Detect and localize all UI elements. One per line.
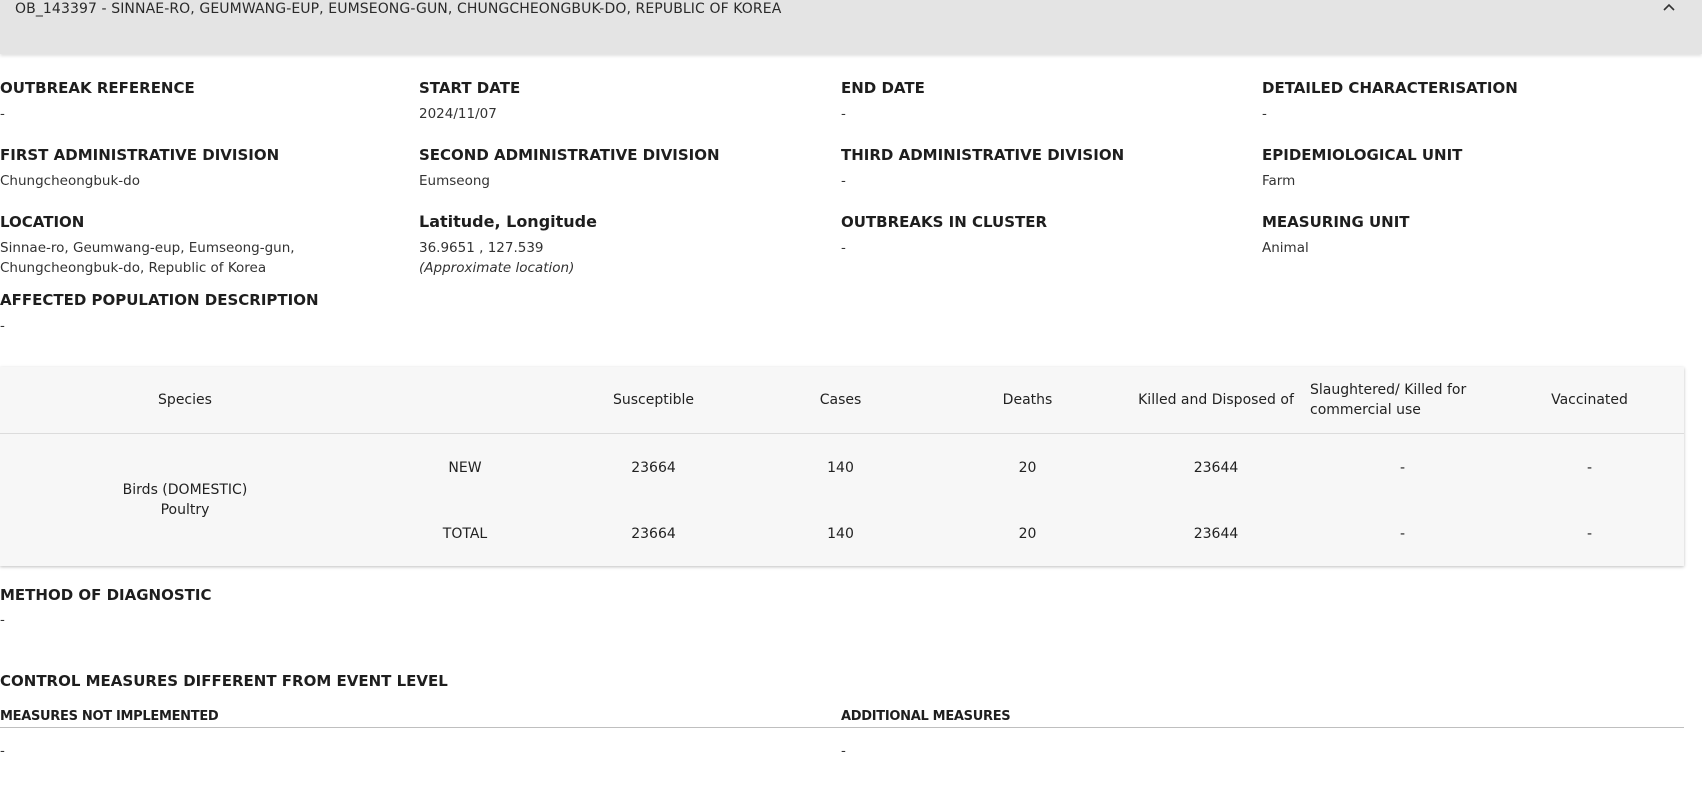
row-new-deaths: 20	[1018, 460, 1037, 476]
row-total-deaths: 20	[1018, 526, 1037, 542]
start-date-label: START DATE	[419, 79, 521, 97]
th-killed-disposed: Killed and Disposed of	[1138, 392, 1294, 408]
row-new-slaughtered: -	[1399, 460, 1406, 476]
outbreak-header-bar[interactable]: OB_143397 - SINNAE-RO, GEUMWANG-EUP, EUM…	[0, 0, 1702, 54]
row-total-type: TOTAL	[442, 526, 488, 542]
measures-not-implemented-label: MEASURES NOT IMPLEMENTED	[0, 709, 219, 724]
method-diagnostic-label: METHOD OF DIAGNOSTIC	[0, 586, 212, 604]
outbreak-reference-value: -	[0, 106, 5, 122]
outbreak-reference-field: OUTBREAK REFERENCE -	[0, 78, 410, 124]
additional-measures-value: -	[841, 743, 846, 759]
epidemiological-unit-label: EPIDEMIOLOGICAL UNIT	[1262, 146, 1463, 164]
outbreak-title: OB_143397 - SINNAE-RO, GEUMWANG-EUP, EUM…	[15, 1, 782, 17]
th-slaughtered-line-2: commercial use	[1310, 402, 1421, 418]
lat-long-value: 36.9651 , 127.539	[419, 240, 544, 256]
second-admin-division-field: SECOND ADMINISTRATIVE DIVISION Eumseong	[419, 145, 829, 191]
second-admin-division-label: SECOND ADMINISTRATIVE DIVISION	[419, 146, 720, 164]
lat-long-label: Latitude, Longitude	[419, 212, 597, 231]
row-new-vaccinated: -	[1586, 460, 1593, 476]
row-new-susceptible: 23664	[631, 460, 676, 476]
measuring-unit-field: MEASURING UNIT Animal	[1262, 212, 1672, 258]
control-measures-divider	[0, 727, 1684, 728]
additional-measures-label: ADDITIONAL MEASURES	[841, 709, 1011, 724]
start-date-value: 2024/11/07	[419, 106, 497, 122]
measuring-unit-value: Animal	[1262, 240, 1309, 256]
first-admin-division-label: FIRST ADMINISTRATIVE DIVISION	[0, 146, 280, 164]
row-total-killed: 23644	[1193, 526, 1239, 542]
chevron-up-icon[interactable]	[1661, 0, 1677, 16]
measuring-unit-label: MEASURING UNIT	[1262, 213, 1410, 231]
detailed-characterisation-label: DETAILED CHARACTERISATION	[1262, 79, 1518, 97]
affected-population-label: AFFECTED POPULATION DESCRIPTION	[0, 291, 319, 309]
first-admin-division-value: Chungcheongbuk-do	[0, 173, 140, 189]
th-cases: Cases	[819, 392, 862, 408]
row-total-slaughtered: -	[1399, 526, 1406, 542]
location-line-1: Sinnae-ro, Geumwang-eup, Eumseong-gun,	[0, 240, 295, 256]
outbreak-reference-label: OUTBREAK REFERENCE	[0, 79, 195, 97]
first-admin-division-field: FIRST ADMINISTRATIVE DIVISION Chungcheon…	[0, 145, 410, 191]
table-header-divider	[0, 433, 1684, 434]
approximate-location-note: (Approximate location)	[419, 260, 575, 276]
th-slaughtered: Slaughtered/ Killed for commercial use	[1310, 380, 1500, 420]
outbreaks-in-cluster-value: -	[841, 240, 846, 256]
species-cell: Birds (DOMESTIC) Poultry	[0, 480, 370, 520]
third-admin-division-label: THIRD ADMINISTRATIVE DIVISION	[841, 146, 1125, 164]
th-slaughtered-line-1: Slaughtered/ Killed for	[1310, 382, 1467, 398]
location-line-2: Chungcheongbuk-do, Republic of Korea	[0, 260, 267, 276]
detailed-characterisation-field: DETAILED CHARACTERISATION -	[1262, 78, 1672, 124]
th-susceptible: Susceptible	[612, 392, 695, 408]
row-new-killed: 23644	[1193, 460, 1239, 476]
third-admin-division-value: -	[841, 173, 846, 189]
location-label: LOCATION	[0, 213, 85, 231]
epidemiological-unit-value: Farm	[1262, 173, 1296, 189]
species-table: Species Susceptible Cases Deaths Killed …	[0, 367, 1684, 566]
row-total-vaccinated: -	[1586, 526, 1593, 542]
row-new-type: NEW	[448, 460, 482, 476]
affected-population-value: -	[0, 318, 5, 334]
location-field: LOCATION Sinnae-ro, Geumwang-eup, Eumseo…	[0, 212, 410, 278]
row-new-cases: 140	[827, 460, 854, 476]
end-date-field: END DATE -	[841, 78, 1251, 124]
end-date-value: -	[841, 106, 846, 122]
control-measures-title: CONTROL MEASURES DIFFERENT FROM EVENT LE…	[0, 672, 448, 690]
species-name: Birds (DOMESTIC)	[122, 482, 248, 498]
th-vaccinated: Vaccinated	[1551, 392, 1628, 408]
start-date-field: START DATE 2024/11/07	[419, 78, 829, 124]
species-table-header: Species Susceptible Cases Deaths Killed …	[0, 367, 1684, 434]
lat-long-field: Latitude, Longitude 36.9651 , 127.539 (A…	[419, 212, 829, 278]
outbreaks-in-cluster-label: OUTBREAKS IN CLUSTER	[841, 213, 1048, 231]
row-total-cases: 140	[827, 526, 854, 542]
species-category: Poultry	[160, 502, 210, 518]
measures-not-implemented-value: -	[0, 743, 5, 759]
affected-population-field: AFFECTED POPULATION DESCRIPTION -	[0, 290, 410, 336]
end-date-label: END DATE	[841, 79, 925, 97]
detailed-characterisation-value: -	[1262, 106, 1267, 122]
row-total-susceptible: 23664	[631, 526, 676, 542]
third-admin-division-field: THIRD ADMINISTRATIVE DIVISION -	[841, 145, 1251, 191]
epidemiological-unit-field: EPIDEMIOLOGICAL UNIT Farm	[1262, 145, 1672, 191]
second-admin-division-value: Eumseong	[419, 173, 490, 189]
th-deaths: Deaths	[1002, 392, 1053, 408]
method-diagnostic-value: -	[0, 612, 5, 628]
outbreaks-in-cluster-field: OUTBREAKS IN CLUSTER -	[841, 212, 1251, 258]
th-species: Species	[158, 392, 212, 408]
